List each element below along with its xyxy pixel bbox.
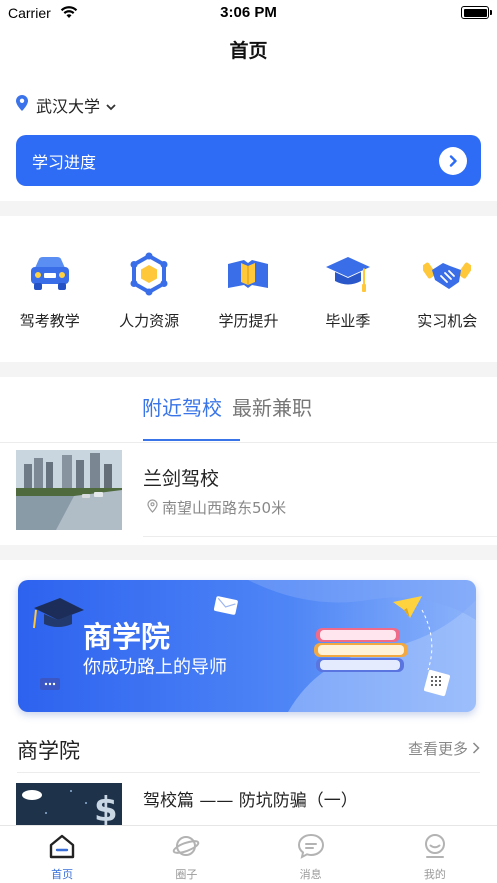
tab-label: 首页: [51, 868, 74, 881]
status-bar: Carrier 3:06 PM: [0, 0, 497, 26]
open-book-icon: [222, 252, 274, 296]
section-divider: [0, 545, 497, 560]
tab-label: 我的: [423, 868, 446, 881]
school-list-item[interactable]: 兰剑驾校 南望山西路东50米: [16, 450, 497, 537]
location-selector[interactable]: 武汉大学: [16, 94, 116, 116]
section-divider: [0, 362, 497, 377]
tab-nearby-schools[interactable]: 附近驾校: [142, 392, 222, 421]
category-internship[interactable]: 实习机会: [398, 252, 497, 342]
category-education[interactable]: 学历提升: [199, 252, 298, 342]
battery-icon: [461, 6, 492, 19]
category-label: 驾考教学: [19, 312, 80, 330]
chevron-right-icon: [439, 147, 467, 175]
category-grid: 驾考教学 人力资源 学历提升 毕业季 实习机会: [0, 252, 497, 342]
tab-circle[interactable]: 圈子: [124, 826, 248, 883]
article-title: 驾校篇 —— 防坑防骗（一）: [143, 791, 358, 811]
category-label: 学历提升: [218, 312, 279, 330]
tab-label: 消息: [299, 868, 322, 881]
tab-messages[interactable]: 消息: [249, 826, 373, 883]
list-divider: [143, 536, 497, 537]
see-more-label: 查看更多: [407, 740, 468, 758]
location-pin-outline-icon: [147, 498, 158, 517]
school-thumbnail: [16, 450, 122, 530]
section-title: 商学院: [17, 739, 80, 763]
category-driving[interactable]: 驾考教学: [0, 252, 99, 342]
section-divider-line: [17, 772, 480, 773]
tab-bar: 附近驾校 最新兼职: [142, 392, 322, 421]
chat-bubble-icon: [297, 833, 325, 863]
banner-subtitle: 你成功路上的导师: [83, 657, 227, 678]
page-title: 首页: [229, 40, 268, 62]
school-address: 南望山西路东50米: [143, 497, 286, 518]
tab-profile[interactable]: 我的: [373, 826, 497, 883]
tab-home[interactable]: 首页: [0, 826, 124, 883]
category-graduation[interactable]: 毕业季: [298, 252, 397, 342]
user-icon: [421, 833, 449, 863]
business-school-banner[interactable]: 商学院 你成功路上的导师: [18, 580, 476, 712]
section-divider: [0, 201, 497, 216]
see-more-link[interactable]: 查看更多: [408, 738, 480, 759]
chevron-right-icon: [472, 740, 480, 758]
tab-label: 圈子: [175, 868, 198, 881]
school-address-text: 南望山西路东50米: [162, 499, 287, 517]
banner-title: 商学院: [83, 620, 171, 654]
category-label: 毕业季: [325, 312, 371, 330]
svg-text:$: $: [94, 790, 118, 825]
category-label: 实习机会: [417, 312, 478, 330]
car-icon: [24, 252, 76, 296]
planet-icon: [172, 833, 200, 863]
chevron-down-icon: [106, 96, 116, 115]
tab-latest-jobs[interactable]: 最新兼职: [232, 392, 312, 421]
home-icon: [48, 833, 76, 863]
article-thumbnail: $: [16, 783, 122, 825]
bottom-tab-bar: 首页 圈子 消息 我的: [0, 825, 497, 883]
article-list-item[interactable]: $ 驾校篇 —— 防坑防骗（一）: [16, 783, 481, 825]
hexagon-network-icon: [123, 252, 175, 296]
graduation-cap-icon: [322, 252, 374, 296]
category-label: 人力资源: [119, 312, 180, 330]
handshake-icon: [421, 252, 473, 296]
location-pin-icon: [16, 95, 28, 115]
study-progress-button[interactable]: 学习进度: [16, 135, 481, 186]
study-progress-label: 学习进度: [32, 152, 97, 172]
school-name: 兰剑驾校: [143, 468, 220, 490]
location-name: 武汉大学: [36, 97, 101, 116]
active-tab-indicator: [143, 439, 240, 441]
category-hr[interactable]: 人力资源: [99, 252, 198, 342]
tabs-divider: [0, 442, 497, 443]
clock: 3:06 PM: [220, 4, 277, 21]
section-header: 商学院 查看更多: [17, 735, 480, 763]
